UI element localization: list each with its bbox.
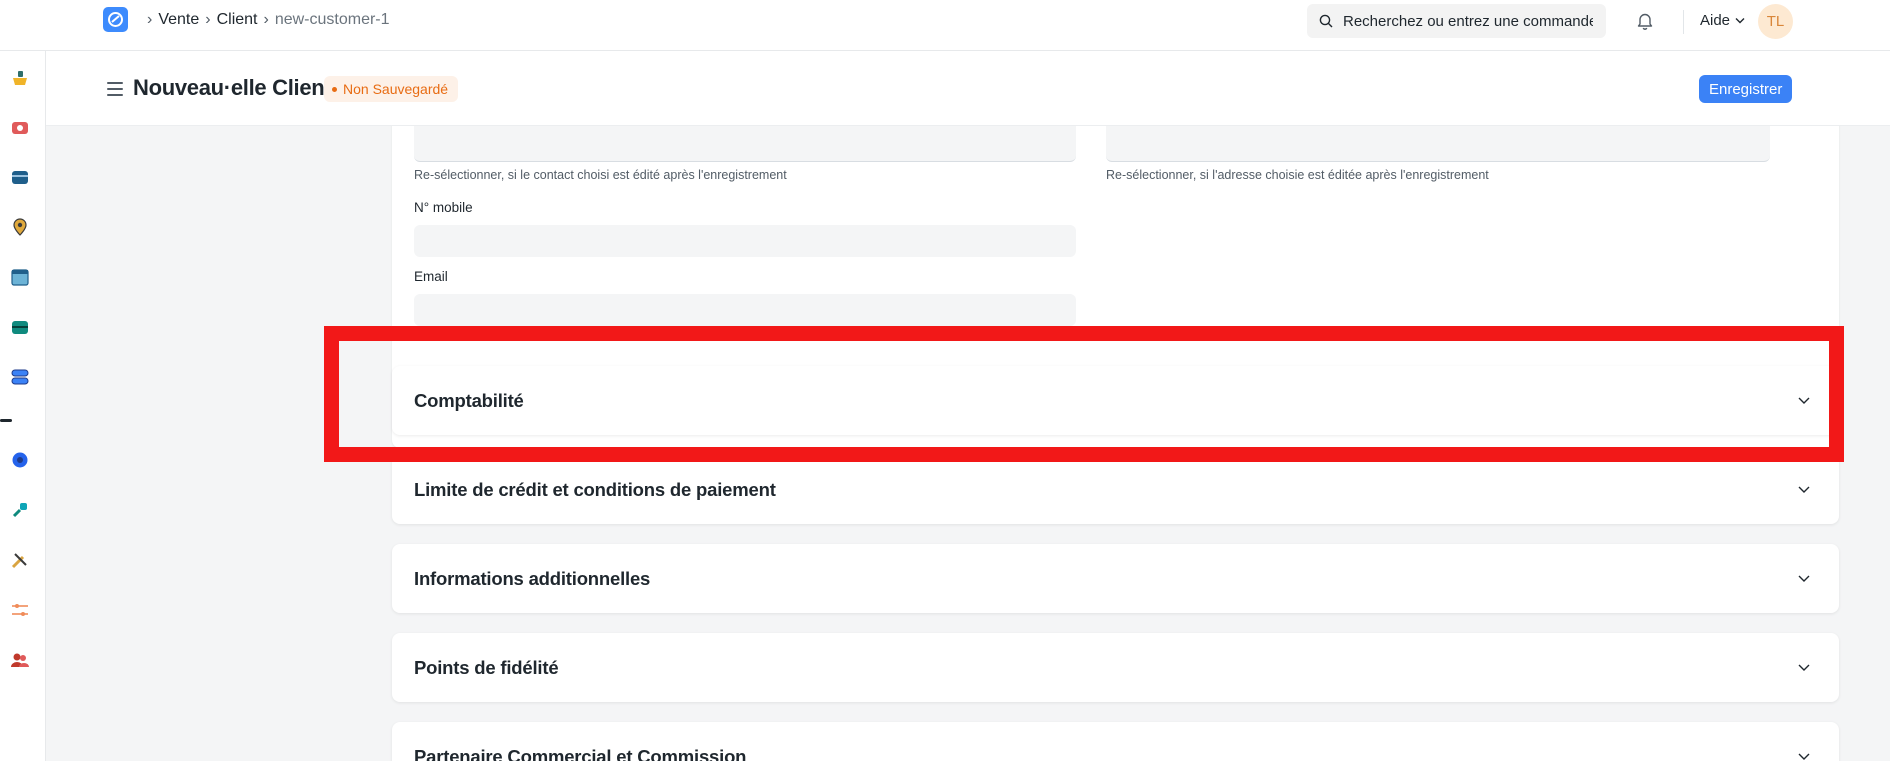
top-navbar: › Vente › Client › new-customer-1 Aide T… (0, 0, 1890, 51)
location-app-icon[interactable] (10, 217, 30, 237)
crm-app-icon[interactable] (10, 117, 30, 137)
section-additional-info[interactable]: Informations additionnelles (392, 544, 1839, 613)
section-loyalty-points-title: Points de fidélité (414, 656, 559, 678)
selling-app-icon[interactable] (10, 68, 30, 88)
address-select-input[interactable] (1106, 126, 1770, 162)
status-badge-label: Non Sauvegardé (343, 81, 449, 97)
section-sales-partner[interactable]: Partenaire Commercial et Commission (392, 722, 1839, 761)
chevron-right-icon: › (263, 11, 269, 28)
email-label: Email (414, 269, 448, 284)
breadcrumb: › Vente › Client › new-customer-1 (141, 11, 390, 29)
page-title: Nouveau·elle Client (133, 75, 332, 100)
help-dropdown[interactable]: Aide (1700, 12, 1745, 29)
page-header: Nouveau·elle Client Non Sauvegardé Enreg… (46, 51, 1890, 126)
breadcrumb-current: new-customer-1 (274, 11, 390, 28)
integrations-plug-icon[interactable] (10, 500, 30, 520)
app-sidebar (0, 51, 46, 761)
projects-app-icon[interactable] (10, 367, 30, 387)
chevron-right-icon: › (205, 11, 211, 28)
section-accounting-title: Comptabilité (414, 389, 524, 411)
section-loyalty-points[interactable]: Points de fidélité (392, 633, 1839, 702)
stock-app-icon[interactable] (10, 267, 30, 287)
users-icon[interactable] (10, 650, 30, 670)
address-reselect-hint: Re-sélectionner, si l'adresse choisie es… (1106, 168, 1489, 182)
form-content: Re-sélectionner, si le contact choisi es… (46, 126, 1890, 761)
settings-gear-icon[interactable] (10, 450, 30, 470)
mobile-input[interactable] (414, 225, 1076, 257)
chevron-down-icon (1798, 664, 1810, 671)
notification-bell-icon[interactable] (1636, 11, 1654, 31)
email-input[interactable] (414, 294, 1076, 326)
chevron-down-icon (1798, 753, 1810, 760)
avatar[interactable]: TL (1758, 4, 1793, 39)
breadcrumb-client[interactable]: Client (217, 11, 258, 29)
sidebar-active-indicator (0, 419, 12, 422)
tools-icon[interactable] (10, 550, 30, 570)
chevron-down-icon (1798, 397, 1810, 404)
contact-select-input[interactable] (414, 126, 1076, 162)
help-label: Aide (1700, 12, 1731, 29)
save-button[interactable]: Enregistrer (1699, 75, 1793, 103)
section-accounting[interactable]: Comptabilité (392, 366, 1839, 435)
search-bar[interactable] (1307, 4, 1606, 38)
app-logo-icon[interactable] (103, 7, 128, 32)
search-icon (1319, 14, 1333, 28)
chevron-down-icon (1798, 486, 1810, 493)
accounting-app-icon[interactable] (10, 167, 30, 187)
mobile-label: N° mobile (414, 200, 473, 215)
search-input[interactable] (1343, 12, 1593, 30)
menu-toggle-icon[interactable] (107, 82, 123, 96)
navbar-divider (1683, 10, 1684, 34)
breadcrumb-vente[interactable]: Vente (158, 11, 199, 29)
chevron-down-icon (1735, 18, 1745, 24)
customize-sliders-icon[interactable] (10, 600, 30, 620)
status-badge: Non Sauvegardé (324, 76, 459, 102)
status-dot-icon (332, 86, 337, 92)
section-additional-info-title: Informations additionnelles (414, 567, 651, 589)
section-credit-limit-title: Limite de crédit et conditions de paieme… (414, 478, 776, 500)
chevron-right-icon: › (147, 11, 153, 28)
assets-app-icon[interactable] (10, 317, 30, 337)
section-sales-partner-title: Partenaire Commercial et Commission (414, 745, 747, 761)
contact-reselect-hint: Re-sélectionner, si le contact choisi es… (414, 168, 787, 182)
section-credit-limit[interactable]: Limite de crédit et conditions de paieme… (392, 455, 1839, 524)
chevron-down-icon (1798, 575, 1810, 582)
